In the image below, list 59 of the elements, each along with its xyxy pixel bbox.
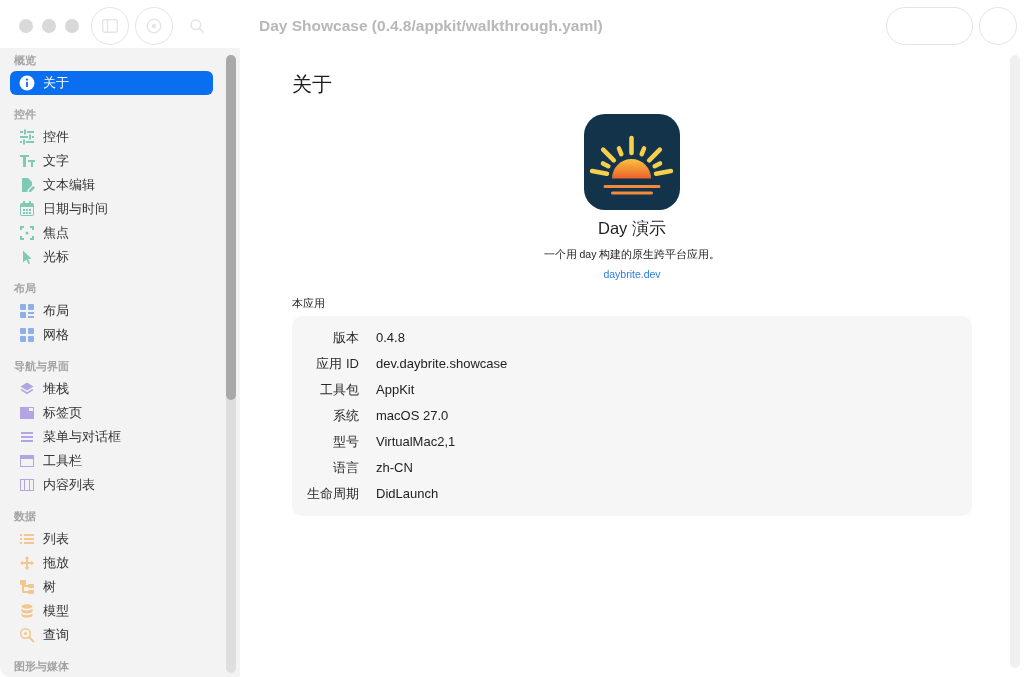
sidebar-item[interactable]: 文字 xyxy=(10,149,213,173)
sidebar-item[interactable]: 堆栈 xyxy=(10,377,213,401)
sidebar-item[interactable]: 模型 xyxy=(10,599,213,623)
page-title: 关于 xyxy=(292,72,332,96)
section-header: 概览 xyxy=(13,54,36,67)
scrollbar-thumb[interactable] xyxy=(226,55,236,400)
info-value: VirtualMac2,1 xyxy=(376,433,456,451)
app-tagline: 一个用 day 构建的原生跨平台应用。 xyxy=(543,247,721,261)
section-label: 本应用 xyxy=(292,296,325,310)
info-label: 型号 xyxy=(333,433,359,451)
section-header: 布局 xyxy=(13,282,36,295)
sidebar-toggle-button[interactable] xyxy=(91,7,129,45)
toolbar-button[interactable] xyxy=(979,7,1017,45)
window-zoom-button[interactable] xyxy=(65,19,79,33)
info-value: zh-CN xyxy=(376,459,413,477)
website-link[interactable]: daybrite.dev xyxy=(603,267,661,281)
info-label: 工具包 xyxy=(320,381,359,399)
scrollbar-track[interactable] xyxy=(226,55,236,673)
sidebar-item[interactable]: 树 xyxy=(10,575,213,599)
circle-icon xyxy=(146,18,162,34)
sidebar-item[interactable]: 关于 xyxy=(10,71,213,95)
info-label: 生命周期 xyxy=(307,485,359,503)
window-close-button[interactable] xyxy=(19,19,33,33)
sidebar-item[interactable]: 控件 xyxy=(10,125,213,149)
sidebar-item[interactable]: 焦点 xyxy=(10,221,213,245)
sidebar-item[interactable]: 网格 xyxy=(10,323,213,347)
sidebar-item[interactable]: 菜单与对话框 xyxy=(10,425,213,449)
section-header: 导航与界面 xyxy=(13,360,69,373)
sidebar-item[interactable]: 查询 xyxy=(10,623,213,647)
window-minimize-button[interactable] xyxy=(42,19,56,33)
app-icon xyxy=(584,114,680,210)
info-value: AppKit xyxy=(376,381,415,399)
toolbar-button[interactable] xyxy=(886,7,973,45)
sidebar-item[interactable]: 列表 xyxy=(10,527,213,551)
app-name: Day 演示 xyxy=(598,218,666,238)
info-label: 应用 ID xyxy=(316,355,359,373)
sidebar-item[interactable]: 光标 xyxy=(10,245,213,269)
info-label: 版本 xyxy=(333,329,359,347)
info-value: macOS 27.0 xyxy=(376,407,449,425)
section-header: 控件 xyxy=(13,108,36,121)
section-header: 图形与媒体 xyxy=(13,660,69,673)
search-icon[interactable] xyxy=(190,19,204,33)
window-title: Day Showcase (0.4.8/appkit/walkthrough.yaml) xyxy=(259,16,603,37)
section-header: 数据 xyxy=(13,510,36,523)
sidebar-icon xyxy=(102,19,118,33)
sidebar-item[interactable]: 工具栏 xyxy=(10,449,213,473)
info-label: 语言 xyxy=(333,459,359,477)
sidebar-item[interactable]: 日期与时间 xyxy=(10,197,213,221)
sidebar-item[interactable]: 标签页 xyxy=(10,401,213,425)
info-value: 0.4.8 xyxy=(376,329,405,347)
info-value: DidLaunch xyxy=(376,485,439,503)
info-icon xyxy=(19,75,35,91)
sidebar-item[interactable]: 内容列表 xyxy=(10,473,213,497)
toolbar-button[interactable] xyxy=(135,7,173,45)
sidebar-item[interactable]: 拖放 xyxy=(10,551,213,575)
info-value: dev.daybrite.showcase xyxy=(376,355,508,373)
info-label: 系统 xyxy=(333,407,359,425)
sidebar-item[interactable]: 布局 xyxy=(10,299,213,323)
sidebar-item[interactable]: 文本编辑 xyxy=(10,173,213,197)
